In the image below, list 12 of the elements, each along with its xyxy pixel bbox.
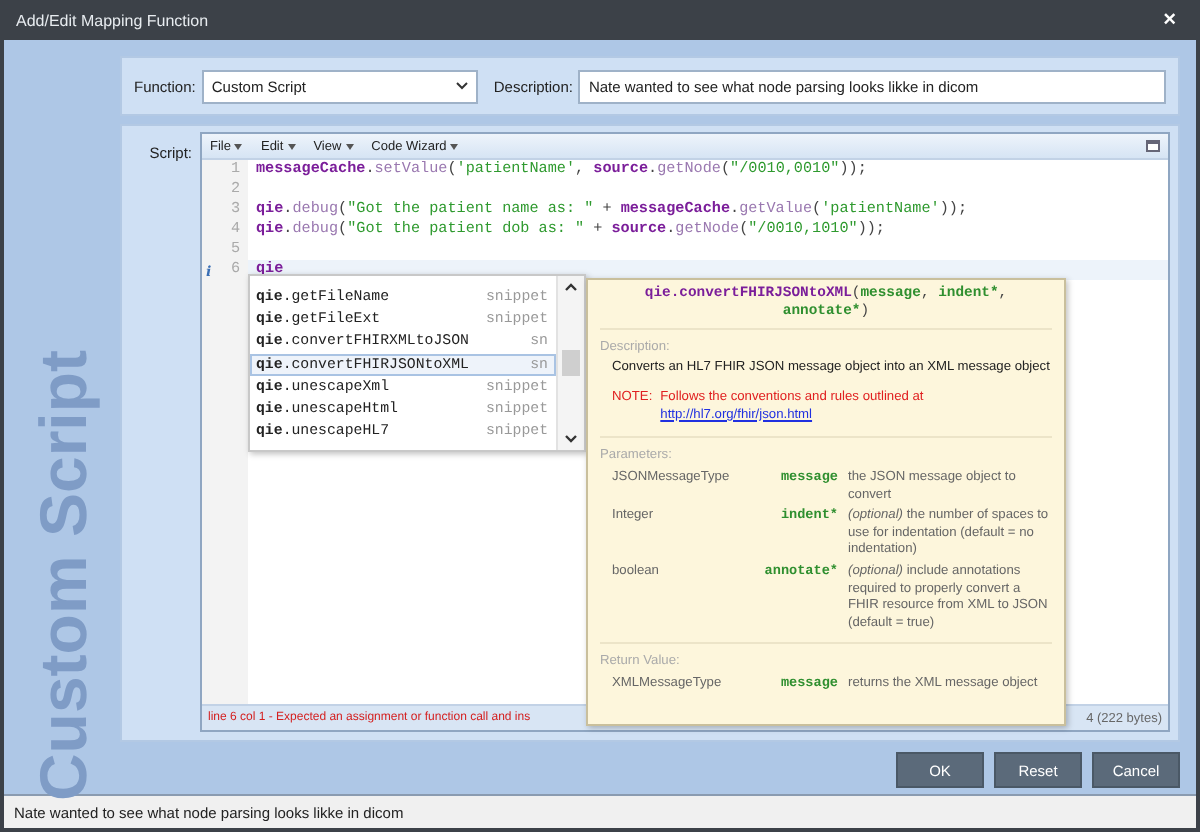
window-title: Add/Edit Mapping Function [16,11,209,29]
chevron-down-icon[interactable] [564,434,578,444]
chevron-up-icon[interactable] [564,282,578,292]
maximize-icon[interactable] [1146,140,1160,152]
scrollbar-thumb[interactable] [562,350,580,376]
scrollbar[interactable] [556,276,584,450]
caret-icon [450,143,459,149]
caret-icon [345,143,354,149]
close-button[interactable]: × [1159,9,1180,31]
caret-icon [234,143,243,149]
caret-icon [287,143,296,149]
chevron-down-icon[interactable] [455,82,468,90]
